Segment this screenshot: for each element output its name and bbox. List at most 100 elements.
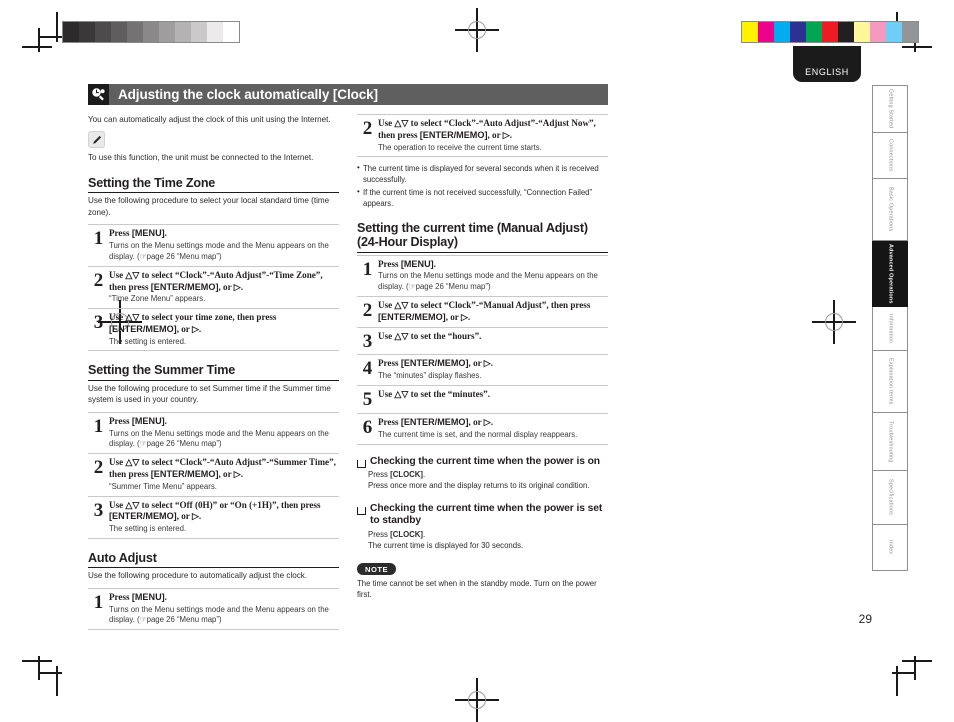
step-note: Turns on the Menu settings mode and the … [109, 428, 329, 449]
side-tab-label: Explanation terms [887, 358, 894, 405]
step-lead: Use △▽ to select “Off (0H)” or “On (+1H)… [109, 499, 321, 522]
check-heading: Checking the current time when the power… [357, 456, 608, 469]
step-number: 2 [93, 457, 104, 479]
step-number: 1 [362, 258, 373, 280]
list-item: If the current time is not received succ… [357, 185, 608, 209]
steps-time-zone: 1 Press [MENU]. Turns on the Menu settin… [88, 224, 339, 352]
step-lead: Press [MENU]. [109, 228, 167, 239]
step-item: 1 Press [MENU]. Turns on the Menu settin… [88, 225, 339, 267]
side-tab-label: Troubleshooting [887, 420, 894, 463]
check-heading: Checking the current time when the power… [357, 503, 608, 528]
language-tab[interactable]: ENGLISH [793, 46, 861, 82]
step-lead: Press [MENU]. [109, 591, 167, 602]
color-swatch [886, 22, 902, 42]
check-heading-label: Checking the current time when the power… [370, 502, 603, 527]
check-line-1: Press [CLOCK]. [368, 470, 426, 480]
gray-swatch [63, 22, 79, 42]
step-note: The setting is entered. [109, 524, 187, 534]
side-tab-label: Getting Started [887, 89, 894, 129]
step-text: Use △▽ to select your time zone, then pr… [109, 312, 339, 347]
list-item: The current time is displayed for severa… [357, 162, 608, 185]
step-number: 6 [362, 416, 373, 438]
step-note: “Summer Time Menu” appears. [109, 481, 217, 491]
step-item: 3 Use △▽ to select your time zone, then … [88, 309, 339, 352]
step-text: Use △▽ to select “Clock”-“Auto Adjust”-“… [109, 270, 339, 305]
step-text: Use △▽ to select “Off (0H)” or “On (+1H)… [109, 500, 339, 535]
step-number: 2 [362, 299, 373, 321]
intro-tip-text: To use this function, the unit must be c… [88, 153, 314, 163]
step-number: 1 [93, 228, 104, 250]
section-title: Adjusting the clock automatically [Clock… [118, 87, 378, 102]
step-text: Press [MENU]. Turns on the Menu settings… [378, 259, 608, 293]
step-text: Use △▽ to select “Clock”-“Manual Adjust”… [378, 300, 608, 324]
step-number: 1 [93, 415, 104, 437]
clock-settings-icon [88, 84, 109, 105]
language-tab-label: ENGLISH [805, 67, 849, 77]
step-number: 4 [362, 358, 373, 380]
side-tab-label: Basic Operations [887, 187, 894, 232]
grayscale-calibration-bar [62, 21, 240, 43]
steps-auto-adjust: 1 Press [MENU]. Turns on the Menu settin… [88, 587, 339, 631]
step-item: 2 Use △▽ to select “Clock”-“Auto Adjust”… [88, 267, 339, 310]
color-swatch [758, 22, 774, 42]
side-tab-label: Advanced Operations [887, 243, 894, 304]
auto-adjust-intro: Use the following procedure to automatic… [88, 571, 308, 581]
step-text: Use △▽ to set the “hours”. [378, 331, 608, 352]
side-tab-troubleshooting[interactable]: Troubleshooting [872, 413, 908, 471]
registration-mark-right [812, 300, 856, 344]
gray-swatch [223, 22, 239, 42]
gray-swatch [191, 22, 207, 42]
note-text: The time cannot be set when in the stand… [357, 579, 597, 600]
step-lead: Press [ENTER/MEMO], or ▷. [378, 358, 494, 369]
side-tab-index[interactable]: Index [872, 525, 908, 571]
gray-swatch [207, 22, 223, 42]
side-tab-connections[interactable]: Connections [872, 133, 908, 179]
check-heading-label: Checking the current time when the power… [370, 455, 600, 467]
side-tab-information[interactable]: Information [872, 307, 908, 351]
step-lead: Use △▽ to select “Clock”-“Manual Adjust”… [378, 299, 591, 322]
step-number: 3 [362, 330, 373, 352]
heading-manual-adjust: Setting the current time (Manual Adjust)… [357, 221, 608, 253]
side-tab-basic-operations[interactable]: Basic Operations [872, 179, 908, 241]
step-item: 5 Use △▽ to set the “minutes”. [357, 386, 608, 414]
two-column-body: You can automatically adjust the clock o… [88, 114, 608, 631]
side-tab-specifications[interactable]: Specifications [872, 471, 908, 525]
right-column: 2 Use △▽ to select “Clock”-“Auto Adjust”… [357, 114, 608, 630]
step-item: 1 Press [MENU]. Turns on the Menu settin… [357, 256, 608, 297]
color-swatch [838, 22, 854, 42]
gray-swatch [159, 22, 175, 42]
step-lead: Use △▽ to select “Clock”-“Auto Adjust”-“… [109, 269, 323, 292]
step-text: Press [ENTER/MEMO], or ▷. The current ti… [378, 417, 608, 441]
step-note: Turns on the Menu settings mode and the … [109, 241, 329, 261]
step-text: Press [MENU]. Turns on the Menu settings… [109, 228, 339, 262]
step-lead: Use △▽ to select “Clock”-“Auto Adjust”-“… [378, 118, 596, 140]
summer-time-intro: Use the following procedure to set Summe… [88, 383, 331, 405]
gray-swatch [143, 22, 159, 42]
color-swatch [822, 22, 838, 42]
page-number: 29 [858, 612, 872, 626]
pencil-icon [88, 131, 105, 149]
step-item: 2 Use △▽ to select “Clock”-“Auto Adjust”… [357, 115, 608, 158]
color-swatch [854, 22, 870, 42]
step-note: Turns on the Menu settings mode and the … [109, 604, 329, 625]
heading-auto-adjust: Auto Adjust [88, 551, 339, 569]
side-tab-getting-started[interactable]: Getting Started [872, 85, 908, 133]
heading-manual-adjust-line2: (24-Hour Display) [357, 235, 458, 250]
step-item: 1 Press [MENU]. Turns on the Menu settin… [88, 589, 339, 631]
page-content: Adjusting the clock automatically [Clock… [88, 84, 608, 631]
step-item: 2 Use △▽ to select “Clock”-“Auto Adjust”… [88, 454, 339, 497]
steps-summer-time: 1 Press [MENU]. Turns on the Menu settin… [88, 411, 339, 539]
check-line-2: Press once more and the display returns … [368, 481, 590, 491]
left-column: You can automatically adjust the clock o… [88, 114, 339, 631]
registration-mark-top [455, 8, 499, 52]
gray-swatch [111, 22, 127, 42]
steps-auto-adjust-cont: 2 Use △▽ to select “Clock”-“Auto Adjust”… [357, 114, 608, 158]
step-note: The setting is entered. [109, 336, 187, 346]
step-number: 5 [362, 389, 373, 410]
side-tab-advanced-operations[interactable]: Advanced Operations [872, 241, 908, 307]
side-tab-explanation-terms[interactable]: Explanation terms [872, 351, 908, 413]
step-note: The operation to receive the current tim… [378, 142, 542, 152]
side-tab-label: Specifications [887, 479, 894, 516]
step-item: 4 Press [ENTER/MEMO], or ▷. The “minutes… [357, 355, 608, 386]
crop-mark-bottom-left [22, 650, 68, 696]
